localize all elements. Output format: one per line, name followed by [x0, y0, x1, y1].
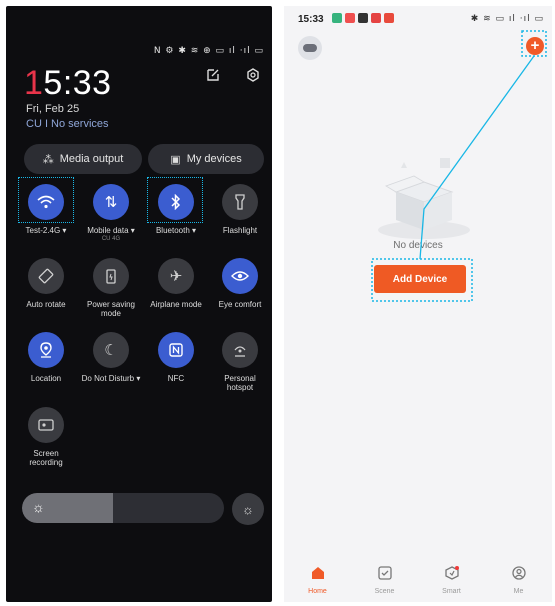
tile-label: Power saving mode	[86, 300, 136, 318]
notification-icon	[332, 13, 342, 23]
quick-settings-panel: N ⚙ ✱ ≋ ⊕ ▭ ıl ‧ıl ▭ 15:33 Fri, Feb 25 C…	[6, 6, 272, 602]
my-devices-button[interactable]: ▣ My devices	[148, 144, 264, 174]
date-label: Fri, Feb 25	[26, 103, 80, 115]
avatar-face-icon	[303, 44, 317, 52]
notification-icon	[345, 13, 355, 23]
my-devices-label: My devices	[186, 153, 242, 165]
clock-first-digit: 1	[24, 64, 44, 102]
tile-label: NFC	[167, 374, 185, 383]
tile-label: Location	[30, 374, 62, 383]
tile-mobile-data[interactable]: ⇅ Mobile data ▾ CU 4G	[81, 184, 141, 242]
notification-icon	[358, 13, 368, 23]
no-devices-text: No devices	[393, 240, 443, 251]
notification-icons	[332, 13, 394, 23]
tile-label: Test-2.4G ▾	[25, 226, 67, 235]
tab-label: Smart	[442, 588, 461, 595]
home-icon	[311, 567, 324, 579]
tile-label: Mobile data ▾	[87, 226, 135, 235]
location-icon	[28, 332, 64, 368]
tile-label: Do Not Disturb ▾	[81, 374, 141, 383]
tile-label: Auto rotate	[26, 300, 66, 309]
tile-personal-hotspot[interactable]: Personal hotspot	[210, 332, 270, 392]
media-output-label: Media output	[59, 153, 124, 165]
tile-label: Flashlight	[222, 226, 258, 235]
media-output-button[interactable]: ⁂ Media output	[24, 144, 142, 174]
tile-eye-comfort[interactable]: Eye comfort	[210, 258, 270, 309]
smart-icon	[444, 566, 459, 580]
tab-label: Home	[308, 588, 327, 595]
tab-label: Me	[513, 588, 524, 595]
bluetooth-highlight-box	[147, 177, 203, 223]
flashlight-icon	[222, 184, 258, 220]
tile-label: Screen recording	[29, 449, 63, 467]
tile-label: Eye comfort	[218, 300, 262, 309]
devices-icon: ▣	[170, 153, 181, 166]
power-saving-icon	[93, 258, 129, 294]
airplane-icon: ✈	[158, 258, 194, 294]
avatar[interactable]	[298, 36, 322, 60]
eye-comfort-icon	[222, 258, 258, 294]
wifi-highlight-box	[18, 177, 74, 223]
tab-label: Scene	[374, 588, 395, 595]
mobile-data-icon: ⇅	[93, 184, 129, 220]
edit-icon[interactable]	[206, 68, 222, 84]
tile-location[interactable]: Location	[16, 332, 76, 383]
auto-rotate-icon	[28, 258, 64, 294]
status-bar-icons: ✱ ≋ ▭ ıl ‧ıl ▭	[470, 14, 544, 24]
tile-screen-recording[interactable]: Screen recording	[16, 407, 76, 467]
tile-airplane[interactable]: ✈ Airplane mode	[146, 258, 206, 309]
carrier-label: CU I No services	[26, 118, 109, 130]
bottom-tab-bar: Home Scene Smart Me	[284, 562, 552, 602]
add-device-button[interactable]: Add Device	[374, 265, 466, 293]
clock: 15:33	[24, 64, 112, 103]
status-time: 15:33	[298, 14, 324, 25]
notification-icon	[384, 13, 394, 23]
brightness-icon: ☼	[32, 499, 45, 515]
tile-power-saving[interactable]: Power saving mode	[81, 258, 141, 318]
scene-icon	[377, 566, 392, 580]
brightness-slider[interactable]: ☼	[22, 493, 224, 523]
clock-rest: 5:33	[43, 64, 112, 102]
tile-sublabel: CU 4G	[101, 236, 121, 242]
tab-scene[interactable]: Scene	[360, 562, 410, 602]
tile-label: Bluetooth ▾	[155, 226, 197, 235]
me-icon	[511, 566, 526, 580]
do-not-disturb-icon: ☾	[93, 332, 129, 368]
tab-me[interactable]: Me	[494, 562, 544, 602]
notification-icon	[371, 13, 381, 23]
gear-icon[interactable]	[246, 68, 262, 84]
tile-flashlight[interactable]: Flashlight	[210, 184, 270, 235]
screen-recording-icon	[28, 407, 64, 443]
add-plus-button[interactable]: +	[526, 37, 544, 55]
tile-label: Airplane mode	[150, 300, 202, 309]
smart-home-app: 15:33 ✱ ≋ ▭ ıl ‧ıl ▭ + No devices Add De…	[284, 6, 552, 602]
tile-auto-rotate[interactable]: Auto rotate	[16, 258, 76, 309]
status-bar-icons: N ⚙ ✱ ≋ ⊕ ▭ ıl ‧ıl ▭	[153, 46, 264, 56]
auto-brightness-icon[interactable]: ☼	[232, 493, 264, 525]
nfc-icon	[158, 332, 194, 368]
empty-box-illustration	[378, 158, 470, 239]
tile-nfc[interactable]: NFC	[146, 332, 206, 383]
hotspot-icon	[222, 332, 258, 368]
tab-home[interactable]: Home	[293, 562, 343, 602]
media-output-icon: ⁂	[42, 153, 54, 166]
tile-do-not-disturb[interactable]: ☾ Do Not Disturb ▾	[81, 332, 141, 383]
tile-label: Personal hotspot	[224, 374, 256, 392]
tab-smart[interactable]: Smart	[427, 562, 477, 602]
